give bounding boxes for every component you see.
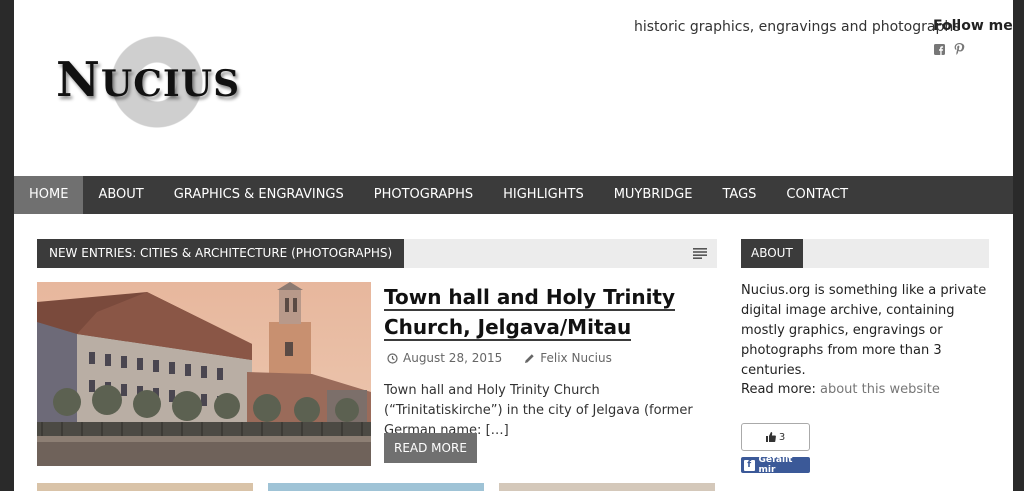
post-date[interactable]: August 28, 2015 [403, 351, 502, 365]
facebook-like-button[interactable]: f Gefällt mir [741, 455, 810, 475]
list-view-icon[interactable] [693, 248, 707, 259]
facebook-icon: f [744, 459, 755, 471]
sidebar-about-text: Nucius.org is something like a private d… [741, 283, 987, 378]
nav-home[interactable]: HOME [14, 176, 84, 214]
nav-contact[interactable]: CONTACT [771, 176, 863, 214]
thumbs-up-icon [765, 432, 776, 442]
nav-graphics-engravings[interactable]: GRAPHICS & ENGRAVINGS [159, 176, 359, 214]
facebook-icon[interactable] [933, 43, 945, 56]
nav-highlights[interactable]: HIGHLIGHTS [488, 176, 599, 214]
pinterest-icon[interactable] [953, 43, 965, 56]
section-header: NEW ENTRIES: CITIES & ARCHITECTURE (PHOT… [37, 239, 717, 268]
site-logo[interactable]: NUCIUS [56, 34, 256, 134]
nav-about[interactable]: ABOUT [83, 176, 158, 214]
post-title[interactable]: Town hall and Holy Trinity Church, Jelga… [384, 282, 714, 342]
sidebar-about-title: ABOUT [741, 239, 803, 268]
page: NUCIUS historic graphics, engravings and… [14, 0, 1013, 491]
follow-label: Follow me [933, 18, 1013, 34]
clock-icon [387, 352, 398, 364]
nav-muybridge[interactable]: MUYBRIDGE [599, 176, 708, 214]
like-count: 3 [778, 431, 786, 443]
post-author[interactable]: Felix Nucius [540, 351, 612, 365]
nav-tags[interactable]: TAGS [707, 176, 771, 214]
like-count-box: 3 [741, 423, 810, 451]
post-thumbnail[interactable] [37, 282, 371, 466]
nav-photographs[interactable]: PHOTOGRAPHS [359, 176, 488, 214]
sidebar-about-header: ABOUT [741, 239, 989, 268]
main-nav: HOME ABOUT GRAPHICS & ENGRAVINGS PHOTOGR… [14, 176, 1013, 214]
post-meta: August 28, 2015 Felix Nucius [387, 351, 612, 365]
pencil-icon [525, 353, 534, 363]
thumbnail-4[interactable] [499, 483, 715, 491]
about-website-link[interactable]: about this website [820, 382, 940, 397]
thumbnail-3[interactable] [268, 483, 484, 491]
read-more-label: Read more: [741, 382, 820, 397]
post-excerpt: Town hall and Holy Trinity Church (“Trin… [384, 383, 693, 438]
logo-text: NUCIUS [56, 52, 241, 108]
read-more-button[interactable]: READ MORE [384, 433, 477, 463]
sidebar-read-more: Read more: about this website [741, 382, 940, 397]
thumbnail-2[interactable] [37, 483, 253, 491]
site-tagline: historic graphics, engravings and photog… [634, 19, 961, 35]
like-button-label: Gefällt mir [758, 455, 793, 475]
section-title: NEW ENTRIES: CITIES & ARCHITECTURE (PHOT… [37, 239, 405, 268]
social-links [933, 43, 965, 56]
